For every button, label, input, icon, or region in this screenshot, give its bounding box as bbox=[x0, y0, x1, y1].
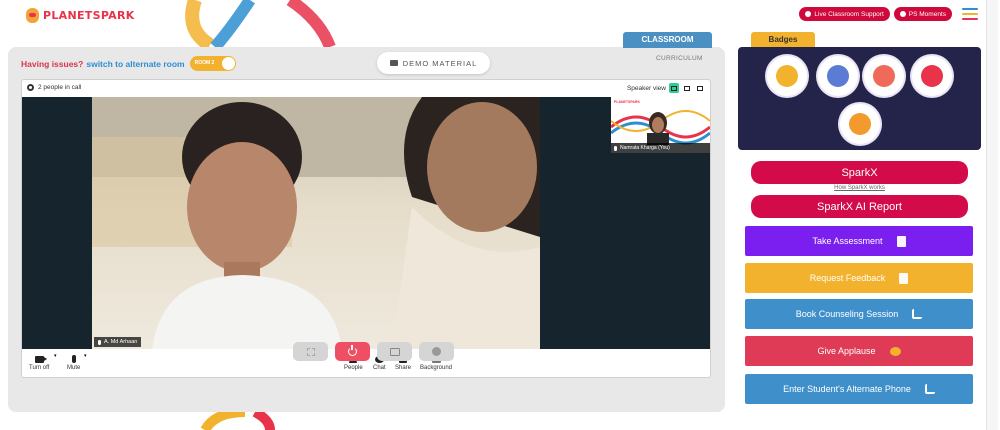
palette-button[interactable] bbox=[419, 342, 454, 361]
tab-curriculum[interactable]: CURRICULUM bbox=[656, 55, 703, 62]
tab-classroom[interactable]: CLASSROOM bbox=[623, 32, 712, 48]
screen-share-button[interactable] bbox=[377, 342, 412, 361]
document-icon bbox=[899, 272, 909, 284]
switch-room-link[interactable]: switch to alternate room bbox=[86, 59, 184, 69]
sparkx-label: SparkX bbox=[841, 166, 878, 179]
room-switch-bar: Having issues? switch to alternate room … bbox=[21, 56, 236, 71]
ps-moments-label: PS Moments bbox=[908, 10, 946, 18]
settings-icon[interactable] bbox=[27, 84, 34, 91]
menu-icon[interactable] bbox=[962, 8, 978, 20]
speaker-badge-icon[interactable] bbox=[818, 56, 858, 96]
self-view-video[interactable]: PLANETSPARK Namrata Kharga (You) bbox=[611, 97, 710, 153]
mic-icon bbox=[98, 339, 101, 345]
idea-badge-icon[interactable] bbox=[912, 56, 952, 96]
fullscreen-icon bbox=[306, 347, 315, 356]
palette-icon bbox=[432, 347, 441, 356]
camera-icon bbox=[34, 356, 47, 363]
participant-video-feed bbox=[92, 97, 540, 349]
demo-material-label: DEMO MATERIAL bbox=[402, 58, 478, 68]
camera-options-chevron-icon[interactable]: ▾ bbox=[54, 353, 57, 359]
badges-title: Badges bbox=[751, 32, 815, 48]
self-participant-tag: Namrata Kharga (You) bbox=[611, 143, 710, 153]
sparkx-ai-label: SparkX AI Report bbox=[817, 200, 902, 213]
chat-label: Chat bbox=[373, 365, 386, 371]
give-applause-button[interactable]: Give Applause bbox=[745, 336, 973, 366]
logo-mark-icon bbox=[26, 8, 39, 23]
end-class-button[interactable] bbox=[335, 342, 370, 361]
power-icon bbox=[348, 345, 357, 356]
alternate-phone-label: Enter Student's Alternate Phone bbox=[783, 384, 911, 394]
speaker-view-icon[interactable] bbox=[669, 83, 679, 93]
badges-panel bbox=[738, 47, 981, 150]
main-participant-name: A. Md Arhaan bbox=[104, 339, 138, 345]
demo-material-button[interactable]: DEMO MATERIAL bbox=[377, 52, 490, 74]
people-count[interactable]: 2 people in call bbox=[27, 84, 81, 91]
screen-icon bbox=[389, 347, 400, 356]
take-assessment-button[interactable]: Take Assessment bbox=[745, 226, 973, 256]
mic-icon bbox=[614, 145, 617, 151]
people-count-label: 2 people in call bbox=[38, 84, 82, 91]
logo-text: PLANETSPARK bbox=[43, 9, 135, 22]
star-badge-icon[interactable] bbox=[864, 56, 904, 96]
sparkx-button[interactable]: SparkX bbox=[751, 161, 968, 184]
take-assessment-label: Take Assessment bbox=[812, 236, 883, 246]
clapping-hands-icon bbox=[889, 346, 901, 356]
alternate-phone-button[interactable]: Enter Student's Alternate Phone bbox=[745, 374, 973, 404]
video-call-frame: 2 people in call Speaker view A. Md Arha… bbox=[21, 79, 711, 378]
toggle-knob bbox=[221, 57, 235, 70]
request-feedback-label: Request Feedback bbox=[809, 273, 886, 283]
planetspark-logo[interactable]: PLANETSPARK bbox=[26, 8, 135, 23]
live-support-label: Live Classroom Support bbox=[814, 10, 884, 18]
header-actions: Live Classroom Support PS Moments bbox=[799, 7, 978, 21]
live-support-button[interactable]: Live Classroom Support bbox=[799, 7, 890, 21]
reader-badge-icon[interactable] bbox=[840, 104, 880, 144]
self-brand-label: PLANETSPARK bbox=[614, 100, 640, 104]
video-toolbar: 2 people in call Speaker view bbox=[22, 80, 710, 97]
people-label: People bbox=[344, 365, 363, 371]
classroom-bottom-bar bbox=[293, 342, 454, 361]
view-switcher: Speaker view bbox=[627, 83, 705, 93]
book-counseling-label: Book Counseling Session bbox=[795, 309, 899, 319]
turn-off-label: Turn off bbox=[29, 365, 50, 371]
camera-icon bbox=[899, 11, 906, 17]
mute-label: Mute bbox=[67, 365, 81, 371]
vertical-scrollbar[interactable] bbox=[986, 0, 998, 430]
issues-text: Having issues? bbox=[21, 58, 84, 69]
share-label: Share bbox=[395, 365, 412, 371]
give-applause-label: Give Applause bbox=[817, 346, 876, 356]
request-feedback-button[interactable]: Request Feedback bbox=[745, 263, 973, 293]
background-label: Background bbox=[420, 365, 453, 371]
ps-moments-button[interactable]: PS Moments bbox=[893, 7, 952, 21]
video-stage: A. Md Arhaan PLANETSPARK Namrata Kharga … bbox=[22, 97, 710, 349]
mic-icon bbox=[71, 355, 76, 363]
how-sparkx-link[interactable]: How SparkX works bbox=[751, 185, 968, 191]
trophy-badge-icon[interactable] bbox=[767, 56, 807, 96]
book-counseling-button[interactable]: Book Counseling Session bbox=[745, 299, 973, 329]
room-toggle[interactable]: ROOM 2 bbox=[189, 56, 236, 71]
speaker-view-label: Speaker view bbox=[626, 84, 666, 92]
phone-icon bbox=[912, 309, 923, 319]
mic-options-chevron-icon[interactable]: ▾ bbox=[84, 353, 87, 359]
grid-view-icon[interactable] bbox=[682, 83, 692, 93]
pip-view-icon[interactable] bbox=[695, 83, 705, 93]
main-participant-tag: A. Md Arhaan bbox=[94, 337, 142, 347]
self-participant-name: Namrata Kharga (You) bbox=[620, 145, 670, 151]
support-icon bbox=[805, 11, 812, 17]
camera-toggle-button[interactable]: Turn off bbox=[29, 353, 49, 371]
fullscreen-button[interactable] bbox=[293, 342, 328, 361]
mute-button[interactable]: Mute bbox=[67, 353, 80, 371]
main-participant-video: A. Md Arhaan bbox=[92, 97, 540, 349]
folder-icon bbox=[389, 60, 398, 66]
room-toggle-label: ROOM 2 bbox=[194, 60, 215, 66]
sparkx-ai-report-button[interactable]: SparkX AI Report bbox=[751, 195, 968, 218]
phone-icon bbox=[924, 384, 935, 394]
clipboard-icon bbox=[896, 235, 906, 247]
